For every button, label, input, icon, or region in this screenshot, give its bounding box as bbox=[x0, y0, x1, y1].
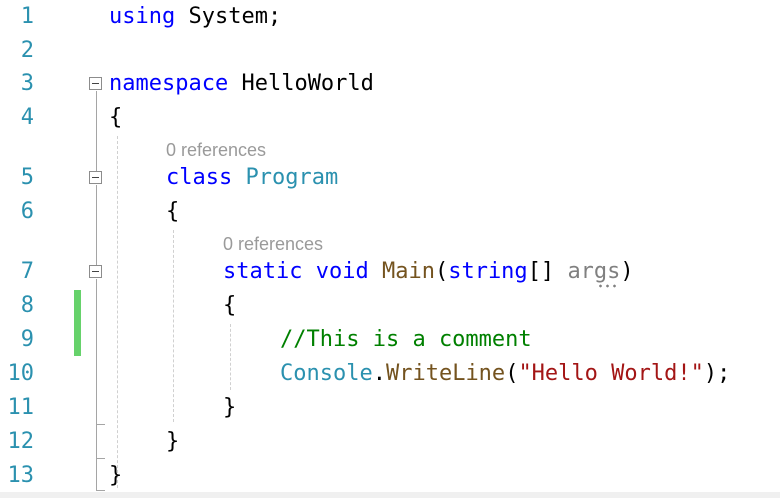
code-line-10: Console.WriteLine("Hello World!"); bbox=[280, 357, 730, 391]
code-editor[interactable]: 1 2 3 4 5 6 7 8 9 10 11 12 13 using Syst… bbox=[0, 0, 780, 498]
fold-collapse-icon[interactable] bbox=[89, 265, 102, 278]
code-line-4: { bbox=[109, 105, 123, 130]
code-line-6: { bbox=[166, 199, 180, 224]
code-text: [] bbox=[527, 259, 568, 284]
outline-line bbox=[96, 185, 97, 265]
method-name: WriteLine bbox=[385, 361, 506, 386]
code-line-9: //This is a comment bbox=[280, 323, 532, 357]
indent-guide bbox=[173, 230, 174, 422]
code-line-5: class Program bbox=[166, 161, 338, 195]
fold-collapse-icon[interactable] bbox=[89, 77, 102, 90]
line-number: 6 bbox=[20, 199, 34, 224]
code-text: ); bbox=[703, 361, 731, 386]
squiggle-hint-icon[interactable] bbox=[597, 284, 617, 288]
line-number: 9 bbox=[20, 327, 34, 352]
string-literal: "Hello World!" bbox=[518, 361, 704, 386]
code-text: ( bbox=[434, 259, 449, 284]
code-text: ) bbox=[620, 259, 634, 284]
outline-end-tick bbox=[96, 490, 105, 491]
type-name: Program bbox=[245, 165, 339, 190]
comment: //This is a comment bbox=[280, 327, 532, 352]
outline-line bbox=[96, 91, 97, 171]
indent-guide bbox=[117, 136, 118, 488]
line-number: 4 bbox=[20, 105, 34, 130]
keyword: namespace bbox=[109, 71, 229, 96]
codelens-references[interactable]: 0 references bbox=[223, 232, 323, 256]
line-number: 3 bbox=[20, 71, 34, 96]
code-line-12: } bbox=[166, 429, 180, 454]
method-name: Main bbox=[381, 259, 435, 284]
code-line-13: } bbox=[109, 463, 123, 488]
code-text: HelloWorld bbox=[228, 71, 374, 96]
line-number: 2 bbox=[20, 38, 34, 63]
parameter-name: args bbox=[567, 259, 621, 284]
code-text: ( bbox=[505, 361, 519, 386]
line-number: 11 bbox=[7, 395, 35, 420]
line-number: 13 bbox=[7, 463, 35, 488]
code-line-3: namespace HelloWorld bbox=[109, 67, 374, 101]
keyword: class bbox=[166, 165, 233, 190]
code-text: System; bbox=[175, 4, 282, 29]
keyword: using bbox=[109, 4, 176, 29]
horizontal-scroll-area[interactable] bbox=[0, 492, 780, 498]
keyword: string bbox=[448, 259, 528, 284]
code-line-8: { bbox=[223, 293, 237, 318]
code-text: . bbox=[372, 361, 386, 386]
code-line-7: static void Main(string[] args) bbox=[223, 255, 634, 289]
indent-guide bbox=[230, 324, 231, 390]
line-number: 5 bbox=[20, 165, 34, 190]
codelens-references[interactable]: 0 references bbox=[166, 138, 266, 162]
type-name: Console bbox=[280, 361, 373, 386]
fold-collapse-icon[interactable] bbox=[89, 171, 102, 184]
line-number: 1 bbox=[20, 4, 34, 29]
code-line-1: using System; bbox=[109, 0, 281, 34]
line-number: 10 bbox=[7, 361, 35, 386]
outline-end-tick bbox=[96, 424, 105, 425]
code-line-11: } bbox=[223, 395, 237, 420]
line-number: 7 bbox=[20, 259, 34, 284]
change-indicator-bar bbox=[74, 290, 81, 356]
line-number: 8 bbox=[20, 293, 34, 318]
outline-end-tick bbox=[96, 458, 105, 459]
keyword: void bbox=[315, 259, 369, 284]
keyword: static bbox=[223, 259, 303, 284]
outline-line bbox=[96, 279, 97, 491]
line-number: 12 bbox=[7, 429, 35, 454]
